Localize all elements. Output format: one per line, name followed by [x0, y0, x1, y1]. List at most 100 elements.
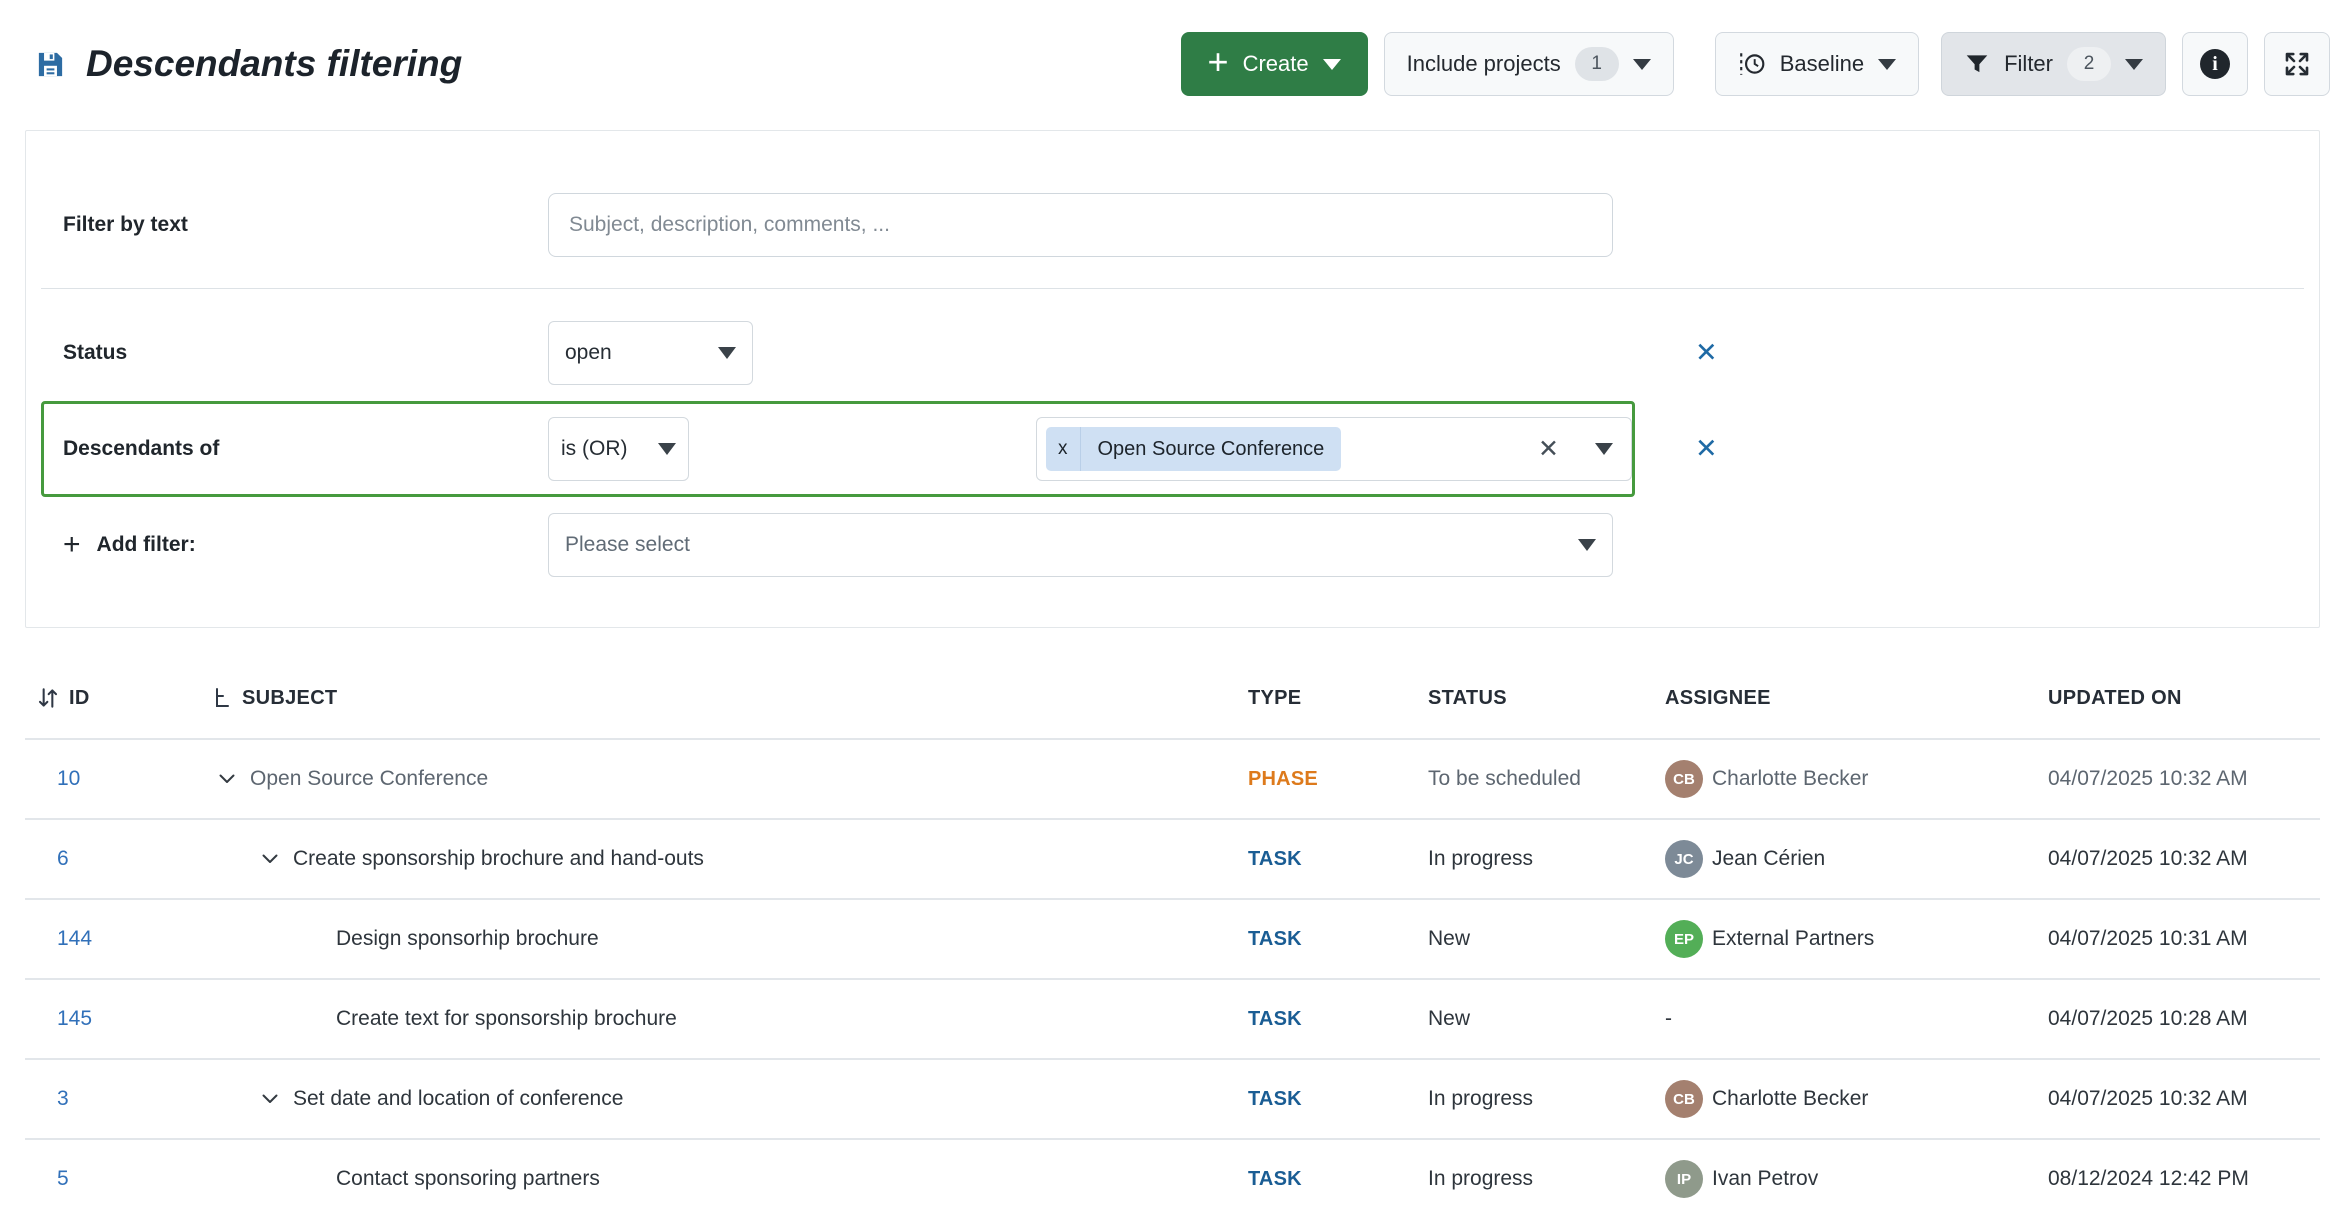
- assignee-name: Jean Cérien: [1712, 847, 1825, 871]
- column-header-updated-on[interactable]: UPDATED ON: [2048, 687, 2320, 710]
- chevron-down-icon[interactable]: [258, 1087, 282, 1111]
- status-text: In progress: [1428, 1167, 1665, 1191]
- filter-row-text: Filter by text: [26, 177, 2319, 273]
- hierarchy-icon: [210, 686, 234, 710]
- filter-by-text-label: Filter by text: [63, 213, 548, 237]
- chevron-down-icon: [1578, 539, 1596, 551]
- work-package-id-link[interactable]: 5: [25, 1167, 69, 1190]
- status-text: In progress: [1428, 1087, 1665, 1111]
- status-text: New: [1428, 927, 1665, 951]
- column-header-assignee[interactable]: ASSIGNEE: [1665, 687, 2048, 710]
- page-header: Descendants filtering + Create Include p…: [0, 0, 2344, 102]
- table-header-row: ID SUBJECT TYPE STATUS ASSIGNEE UPDATED …: [25, 658, 2320, 738]
- work-package-id-link[interactable]: 144: [25, 927, 92, 950]
- status-operator-value: open: [565, 341, 612, 365]
- column-header-status[interactable]: STATUS: [1428, 687, 1665, 710]
- column-header-subject[interactable]: SUBJECT: [210, 686, 1248, 710]
- baseline-button[interactable]: Baseline: [1715, 32, 1919, 96]
- table-row[interactable]: 3 Set date and location of conference TA…: [25, 1058, 2320, 1138]
- add-filter-select[interactable]: Please select: [548, 513, 1613, 577]
- subject-text: Design sponsorhip brochure: [336, 927, 599, 951]
- chevron-down-icon: [718, 347, 736, 359]
- save-icon[interactable]: [35, 49, 66, 80]
- filter-button[interactable]: Filter 2: [1941, 32, 2166, 96]
- table-row[interactable]: 6 Create sponsorship brochure and hand-o…: [25, 818, 2320, 898]
- subject-text: Set date and location of conference: [293, 1087, 623, 1111]
- updated-on-text: 04/07/2025 10:31 AM: [2048, 927, 2320, 951]
- descendants-operator-value: is (OR): [561, 437, 628, 461]
- chevron-down-icon[interactable]: [215, 767, 239, 791]
- include-projects-button[interactable]: Include projects 1: [1384, 32, 1674, 96]
- subject-text: Open Source Conference: [250, 767, 488, 791]
- work-packages-table: ID SUBJECT TYPE STATUS ASSIGNEE UPDATED …: [25, 658, 2320, 1206]
- avatar: JC: [1665, 840, 1703, 878]
- funnel-icon: [1964, 51, 1990, 77]
- plus-icon: +: [1208, 44, 1229, 80]
- descendants-value-select[interactable]: x Open Source Conference ✕: [1036, 417, 1632, 481]
- chevron-down-icon: [1323, 59, 1341, 70]
- fullscreen-button[interactable]: [2264, 32, 2330, 96]
- chip-remove-icon[interactable]: x: [1046, 427, 1081, 471]
- include-projects-label: Include projects: [1407, 51, 1561, 77]
- clear-value-icon[interactable]: ✕: [1538, 434, 1559, 464]
- chevron-down-icon: [1633, 59, 1651, 70]
- type-badge: TASK: [1248, 1088, 1428, 1111]
- table-row[interactable]: 5 Contact sponsoring partners TASK In pr…: [25, 1138, 2320, 1206]
- add-filter-label: Add filter:: [97, 533, 196, 557]
- info-button[interactable]: i: [2182, 32, 2248, 96]
- toolbar: + Create Include projects 1 Baseline: [1181, 32, 2330, 96]
- baseline-label: Baseline: [1780, 51, 1864, 77]
- sort-icon: [35, 685, 61, 711]
- table-row[interactable]: 145 Create text for sponsorship brochure…: [25, 978, 2320, 1058]
- assignee-name: Ivan Petrov: [1712, 1167, 1818, 1191]
- work-package-id-link[interactable]: 3: [25, 1087, 69, 1110]
- remove-status-filter-button[interactable]: ✕: [1695, 338, 1718, 369]
- remove-descendants-filter-button[interactable]: ✕: [1695, 434, 1718, 465]
- assignee-name: -: [1665, 1007, 1672, 1031]
- updated-on-text: 04/07/2025 10:28 AM: [2048, 1007, 2320, 1031]
- status-text: To be scheduled: [1428, 767, 1665, 791]
- work-package-id-link[interactable]: 145: [25, 1007, 92, 1030]
- subject-text: Contact sponsoring partners: [336, 1167, 600, 1191]
- column-header-id[interactable]: ID: [25, 685, 210, 711]
- add-filter-placeholder: Please select: [565, 533, 690, 557]
- column-header-type[interactable]: TYPE: [1248, 687, 1428, 710]
- updated-on-text: 08/12/2024 12:42 PM: [2048, 1167, 2320, 1191]
- descendants-filter-highlight: Descendants of is (OR) x Open Source Con…: [41, 401, 1635, 497]
- filter-panel: Filter by text Status open ✕ Descendants…: [25, 130, 2320, 628]
- create-button[interactable]: + Create: [1181, 32, 1368, 96]
- descendants-operator-select[interactable]: is (OR): [548, 417, 689, 481]
- avatar: EP: [1665, 920, 1703, 958]
- table-row[interactable]: 144 Design sponsorhip brochure TASK New …: [25, 898, 2320, 978]
- avatar: CB: [1665, 1080, 1703, 1118]
- type-badge: TASK: [1248, 1168, 1428, 1191]
- chevron-down-icon: [658, 443, 676, 455]
- assignee-name: External Partners: [1712, 927, 1874, 951]
- chevron-down-icon: [1595, 443, 1613, 455]
- assignee-name: Charlotte Becker: [1712, 1087, 1868, 1111]
- updated-on-text: 04/07/2025 10:32 AM: [2048, 767, 2320, 791]
- chevron-down-icon: [1878, 59, 1896, 70]
- chip-label: Open Source Conference: [1081, 427, 1342, 471]
- filter-row-status: Status open ✕: [26, 305, 2319, 401]
- assignee-name: Charlotte Becker: [1712, 767, 1868, 791]
- chevron-down-icon[interactable]: [258, 847, 282, 871]
- status-operator-select[interactable]: open: [548, 321, 753, 385]
- filter-divider: [41, 288, 2304, 289]
- work-package-id-link[interactable]: 10: [25, 767, 80, 790]
- info-icon: i: [2200, 49, 2230, 79]
- subject-text: Create sponsorship brochure and hand-out…: [293, 847, 704, 871]
- subject-text: Create text for sponsorship brochure: [336, 1007, 677, 1031]
- table-body: 10 Open Source Conference PHASE To be sc…: [25, 738, 2320, 1206]
- filter-text-input[interactable]: [548, 193, 1613, 257]
- work-package-id-link[interactable]: 6: [25, 847, 69, 870]
- status-text: In progress: [1428, 847, 1665, 871]
- create-button-label: Create: [1243, 51, 1309, 77]
- status-text: New: [1428, 1007, 1665, 1031]
- filter-row-descendants: Descendants of is (OR) x Open Source Con…: [26, 401, 2319, 497]
- type-badge: TASK: [1248, 1008, 1428, 1031]
- baseline-clock-icon: [1738, 50, 1766, 78]
- type-badge: PHASE: [1248, 768, 1428, 791]
- table-row[interactable]: 10 Open Source Conference PHASE To be sc…: [25, 738, 2320, 818]
- updated-on-text: 04/07/2025 10:32 AM: [2048, 1087, 2320, 1111]
